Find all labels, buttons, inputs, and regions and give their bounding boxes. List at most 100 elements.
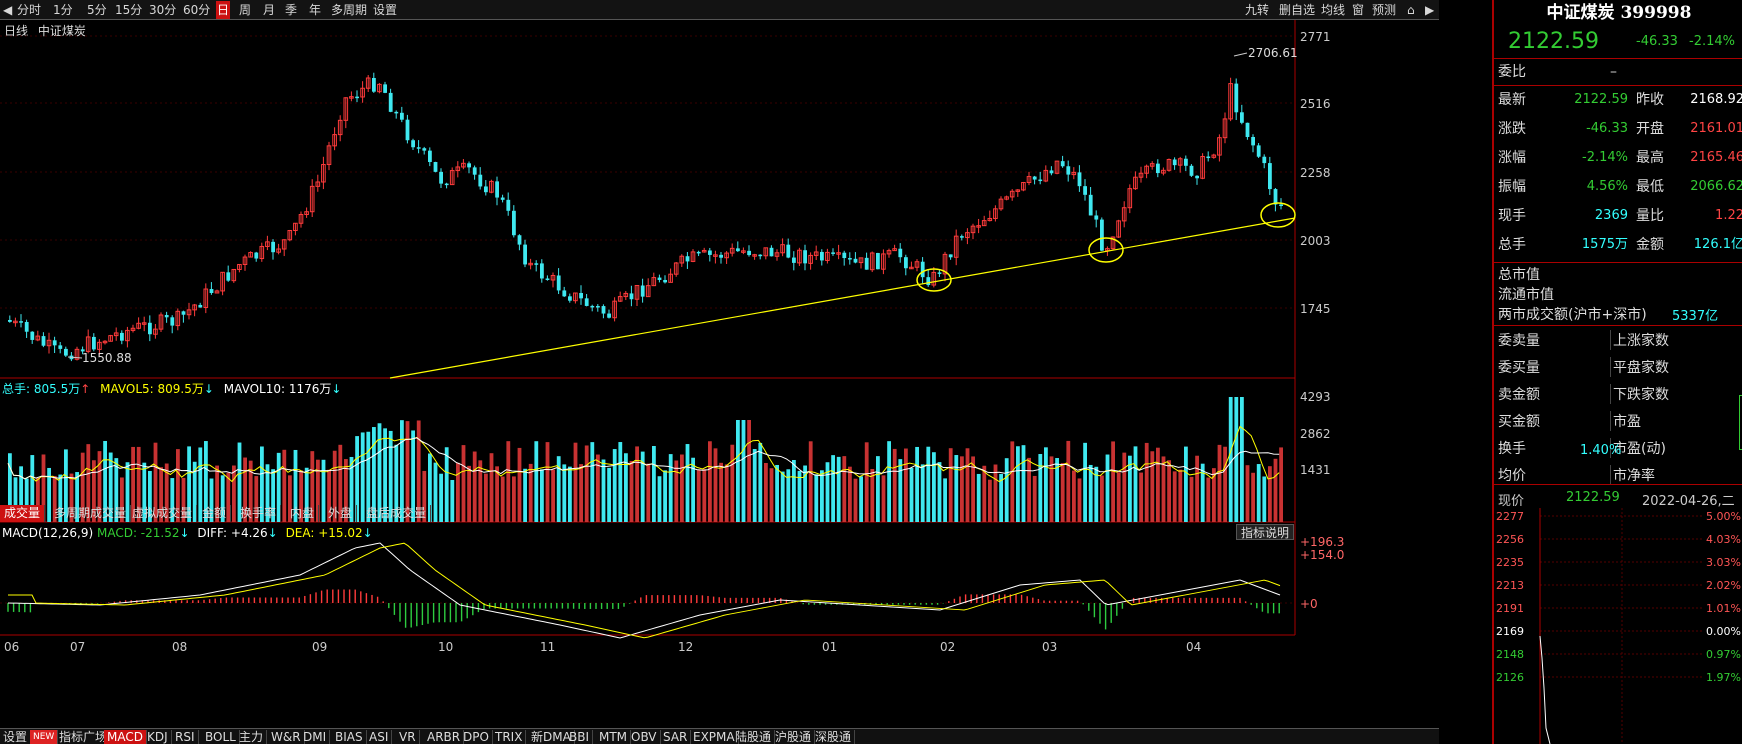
- intraday-mini-chart[interactable]: 2277 5.00% 2256 4.03% 2235 3.03% 2213 2.02% 2191…: [1494, 508, 1742, 744]
- market-label-1: 流通市值: [1498, 287, 1554, 303]
- period-tab-7[interactable]: 周: [238, 1, 252, 19]
- period-tab-9[interactable]: 季: [284, 1, 298, 19]
- period-tab-10[interactable]: 年: [308, 1, 322, 19]
- period-tab-8[interactable]: 月: [262, 1, 276, 19]
- quote-label2-5: 金额: [1636, 237, 1664, 253]
- indicator-tab-9[interactable]: DMI: [300, 730, 331, 744]
- month-label-0: 06: [4, 640, 20, 654]
- order-label-0: 委卖量: [1498, 333, 1540, 349]
- indicator-tab-0[interactable]: 设置: [0, 730, 32, 744]
- quote-change: -46.33: [1636, 34, 1678, 49]
- intraday-price: 2122.59: [1566, 490, 1620, 505]
- indicator-tab-20[interactable]: SAR: [660, 730, 692, 744]
- intraday-label: 现价: [1498, 494, 1525, 509]
- period-tab-4[interactable]: 30分: [148, 1, 177, 19]
- period-tab-1[interactable]: 1分: [52, 1, 74, 19]
- quote-label-5: 总手: [1498, 237, 1526, 253]
- high-price-label: 2706.61: [1248, 46, 1298, 60]
- toolbar-right-3[interactable]: 窗: [1351, 1, 1365, 19]
- quote-value2-4: 1.22: [1715, 208, 1742, 223]
- mini-pct-7: 1.97%: [1706, 671, 1741, 684]
- order-label-2: 卖金额: [1498, 387, 1540, 403]
- indicator-tab-7[interactable]: 主力: [236, 730, 268, 744]
- indicator-tab-22[interactable]: 陆股通: [732, 730, 776, 744]
- indicator-tab-2[interactable]: 指标广场: [56, 730, 112, 744]
- price-tick-2: 2258: [1300, 166, 1331, 180]
- quote-value-0: 2122.59: [1574, 92, 1628, 107]
- month-label-8: 02: [940, 640, 956, 654]
- weibi-label: 委比: [1498, 64, 1526, 80]
- volume-tab-5[interactable]: 内盘: [286, 505, 320, 522]
- quote-panel: 中证煤炭 399998 2122.59 -46.33 -2.14% 委比 – 最…: [1492, 0, 1742, 744]
- mini-price-4: 2191: [1496, 602, 1524, 615]
- quote-pct: -2.14%: [1689, 34, 1735, 49]
- toolbar-right-4[interactable]: 预测: [1371, 1, 1397, 19]
- month-label-9: 03: [1042, 640, 1058, 654]
- indicator-tab-10[interactable]: BIAS: [332, 730, 367, 744]
- volume-tab-6[interactable]: 外盘: [324, 505, 358, 522]
- indicator-tab-5[interactable]: RSI: [172, 730, 199, 744]
- mini-pct-4: 1.01%: [1706, 602, 1741, 615]
- volume-tab-4[interactable]: 换手率: [236, 505, 282, 522]
- quote-label2-4: 量比: [1636, 208, 1664, 224]
- period-tab-2[interactable]: 5分: [86, 1, 108, 19]
- indicator-tab-11[interactable]: ASI: [366, 730, 393, 744]
- month-label-4: 10: [438, 640, 454, 654]
- toolbar-right-2[interactable]: 均线: [1320, 1, 1346, 19]
- mini-price-3: 2213: [1496, 579, 1524, 592]
- month-label-3: 09: [312, 640, 328, 654]
- volume-header: 总手: 805.5万↑ MAVOL5: 809.5万↓ MAVOL10: 117…: [2, 382, 342, 396]
- toolbar-right-0[interactable]: 九转: [1244, 1, 1270, 19]
- indicator-tab-17[interactable]: BBI: [566, 730, 594, 744]
- month-label-10: 04: [1186, 640, 1202, 654]
- volume-tab-3[interactable]: 金额: [198, 505, 232, 522]
- quote-value2-3: 2066.62: [1690, 179, 1742, 194]
- indicator-tab-19[interactable]: OBV: [628, 730, 661, 744]
- macd-title: MACD(12,26,9): [2, 526, 94, 540]
- volume-tab-7[interactable]: 盘后成交量: [362, 505, 432, 522]
- toolbar-right-1[interactable]: 删自选: [1278, 1, 1316, 19]
- macd-tick-2: +0: [1300, 597, 1318, 611]
- mini-pct-0: 5.00%: [1706, 510, 1741, 523]
- mini-pct-1: 4.03%: [1706, 533, 1741, 546]
- weibi-value: –: [1610, 64, 1617, 80]
- period-tab-6[interactable]: 日: [216, 1, 231, 19]
- mini-pct-5: 0.00%: [1706, 625, 1741, 638]
- diff-value: DIFF: +4.26: [197, 526, 268, 540]
- indicator-tab-3[interactable]: MACD: [104, 730, 147, 744]
- macd-tick-1: +154.0: [1300, 548, 1345, 562]
- indicator-tab-6[interactable]: BOLL: [202, 730, 240, 744]
- period-tab-3[interactable]: 15分: [114, 1, 143, 19]
- period-tab-12[interactable]: 设置: [372, 1, 398, 19]
- month-label-5: 11: [540, 640, 556, 654]
- quote-date: 2022-04-26,二: [1642, 494, 1735, 509]
- period-tab-0[interactable]: 分时: [16, 1, 42, 19]
- volume-tab-1[interactable]: 多周期成交量: [50, 505, 132, 522]
- macd-tick-0: +196.3: [1300, 535, 1345, 549]
- indicator-tab-4[interactable]: KDJ: [144, 730, 172, 744]
- indicator-tab-12[interactable]: VR: [396, 730, 420, 744]
- period-tab-11[interactable]: 多周期: [330, 1, 368, 19]
- indicator-tab-13[interactable]: ARBR: [424, 730, 465, 744]
- stat-label-2: 下跌家数: [1610, 384, 1669, 404]
- indicator-tab-15[interactable]: TRIX: [492, 730, 527, 744]
- total-volume: 总手: 805.5万: [2, 382, 81, 396]
- price-tick-4: 1745: [1300, 302, 1331, 316]
- indicator-tab-14[interactable]: DPO: [460, 730, 493, 744]
- volume-tab-2[interactable]: 虚拟成交量: [128, 505, 198, 522]
- prev-arrow-icon[interactable]: ◀: [2, 1, 13, 19]
- low-price-label: 1550.88: [82, 351, 132, 365]
- mavol10: MAVOL10: 1176万: [223, 382, 332, 396]
- next-arrow-icon[interactable]: ▶: [1424, 1, 1435, 19]
- period-tab-5[interactable]: 60分: [182, 1, 211, 19]
- indicator-tab-18[interactable]: MTM: [596, 730, 632, 744]
- indicator-tab-24[interactable]: 深股通: [812, 730, 856, 744]
- indicator-tab-23[interactable]: 沪股通: [772, 730, 816, 744]
- lock-icon[interactable]: ⌂: [1406, 1, 1416, 19]
- stat-label-5: 市净率: [1610, 465, 1655, 485]
- indicator-explain-button[interactable]: 指标说明: [1236, 524, 1295, 540]
- market-label-2: 两市成交额(沪市+深市): [1498, 307, 1647, 323]
- indicator-tab-1[interactable]: NEW: [30, 730, 59, 744]
- volume-tab-0[interactable]: 成交量: [0, 505, 46, 522]
- chart-canvas[interactable]: 2706.61 1550.88: [0, 20, 1439, 728]
